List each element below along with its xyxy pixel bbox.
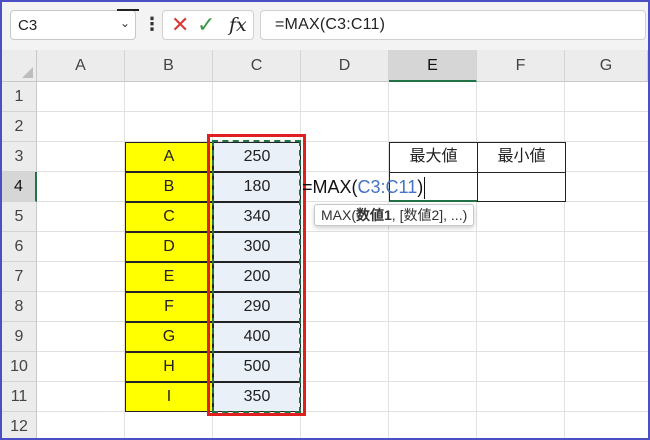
column-header-b[interactable]: B xyxy=(125,50,213,82)
chevron-down-icon[interactable]: ⌄ xyxy=(120,16,130,30)
cell-b6[interactable]: D xyxy=(125,232,213,262)
formula-text: =MAX(C3:C11) xyxy=(275,16,386,33)
formula-buttons: ✕ ✓ fx xyxy=(162,10,254,40)
column-header-e[interactable]: E xyxy=(389,50,477,82)
row-header-4[interactable]: 4 xyxy=(2,172,37,202)
row-header-9[interactable]: 9 xyxy=(2,322,37,352)
row-header-6[interactable]: 6 xyxy=(2,232,37,262)
row-header-11[interactable]: 11 xyxy=(2,382,37,412)
tooltip-current-arg[interactable]: 数値1 xyxy=(356,207,392,223)
checkmark-icon[interactable]: ✓ xyxy=(197,12,215,38)
column-header-c[interactable]: C xyxy=(213,50,301,82)
function-tooltip[interactable]: MAX(数値1, [数値2], ...) xyxy=(314,204,475,226)
row-header-12[interactable]: 12 xyxy=(2,412,37,438)
excel-window: C3 ⌄ ⋮ ✕ ✓ fx =MAX(C3:C11) A B C D E F G… xyxy=(0,0,650,440)
cancel-x-icon[interactable]: ✕ xyxy=(171,12,189,38)
tooltip-function: MAX( xyxy=(321,207,356,223)
row-header-1[interactable]: 1 xyxy=(2,82,37,112)
column-header-d[interactable]: D xyxy=(301,50,389,82)
fx-icon[interactable]: fx xyxy=(229,12,247,38)
cell-b11[interactable]: I xyxy=(125,382,213,412)
column-header-a[interactable]: A xyxy=(37,50,125,82)
cell-e3[interactable]: 最大値 xyxy=(389,142,478,173)
row-header-7[interactable]: 7 xyxy=(2,262,37,292)
row-header-3[interactable]: 3 xyxy=(2,142,37,172)
edit-suffix: ) xyxy=(417,177,424,197)
gridline xyxy=(37,111,648,112)
row-header-8[interactable]: 8 xyxy=(2,292,37,322)
column-header-f[interactable]: F xyxy=(477,50,565,82)
column-header-g[interactable]: G xyxy=(565,50,648,82)
text-caret xyxy=(424,177,426,200)
cell-b4[interactable]: B xyxy=(125,172,213,202)
cell-b8[interactable]: F xyxy=(125,292,213,322)
cell-f4[interactable] xyxy=(477,172,566,202)
more-options-icon[interactable]: ⋮ xyxy=(143,11,161,37)
gridline xyxy=(476,82,477,438)
range-highlight-box xyxy=(207,134,306,416)
cell-b5[interactable]: C xyxy=(125,202,213,232)
name-box[interactable]: C3 ⌄ xyxy=(10,9,139,40)
select-all-corner[interactable] xyxy=(2,50,37,82)
edit-range-reference: C3:C11 xyxy=(357,177,418,197)
cell-f3[interactable]: 最小値 xyxy=(477,142,566,173)
cell-edit-text[interactable]: =MAX(C3:C11) xyxy=(302,174,426,200)
cell-b10[interactable]: H xyxy=(125,352,213,382)
formula-input[interactable]: =MAX(C3:C11) xyxy=(260,10,646,40)
formula-bar: C3 ⌄ ⋮ ✕ ✓ fx =MAX(C3:C11) xyxy=(2,2,648,50)
name-box-value: C3 xyxy=(18,17,38,34)
name-box-cursor-mark xyxy=(117,9,139,11)
cell-b3[interactable]: A xyxy=(125,142,213,172)
row-header-2[interactable]: 2 xyxy=(2,112,37,142)
row-header-10[interactable]: 10 xyxy=(2,352,37,382)
cell-b9[interactable]: G xyxy=(125,322,213,352)
gridline xyxy=(564,82,565,438)
edit-prefix: =MAX( xyxy=(302,177,358,197)
spreadsheet-grid[interactable]: A B C D E F G 1 2 3 4 5 6 7 8 9 10 11 12 xyxy=(2,50,648,438)
gridline xyxy=(388,82,389,438)
row-header-5[interactable]: 5 xyxy=(2,202,37,232)
tooltip-rest: , [数値2], ...) xyxy=(391,207,468,223)
cell-b7[interactable]: E xyxy=(125,262,213,292)
